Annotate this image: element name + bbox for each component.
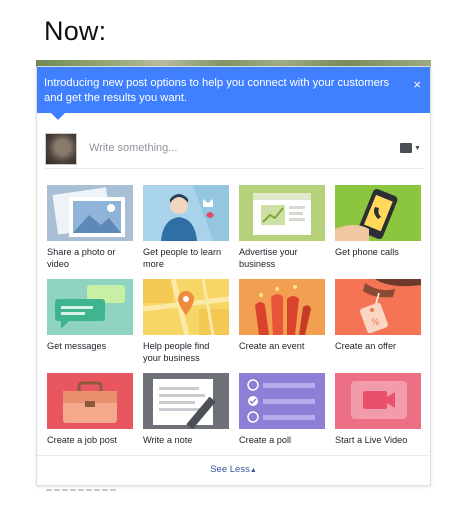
post-composer[interactable]: Write something... ▼ (45, 131, 424, 169)
banner-text: Introducing new post options to help you… (44, 77, 390, 104)
poll-icon (239, 373, 325, 429)
option-label: Create an event (239, 341, 305, 351)
briefcase-icon (47, 373, 133, 429)
option-label: Advertise your business (239, 247, 298, 269)
option-label: Start a Live Video (335, 435, 408, 445)
announcement-banner: Introducing new post options to help you… (37, 67, 430, 113)
option-label: Write a note (143, 435, 193, 445)
option-create-offer[interactable]: % Create an offer (335, 279, 421, 353)
photo-icon (47, 185, 133, 241)
option-write-note[interactable]: Write a note (143, 373, 229, 447)
see-less-button[interactable]: See Less▲ (37, 455, 430, 485)
option-live-video[interactable]: Start a Live Video (335, 373, 421, 447)
option-label: Create an offer (335, 341, 397, 351)
write-something-input[interactable]: Write something... (89, 142, 177, 154)
banner-pointer (51, 113, 65, 120)
option-phone-calls[interactable]: Get phone calls (335, 185, 421, 259)
messages-icon (47, 279, 133, 335)
live-video-icon (335, 373, 421, 429)
event-icon (239, 279, 325, 335)
option-create-poll[interactable]: Create a poll (239, 373, 325, 447)
option-label: Create a poll (239, 435, 292, 445)
advertise-icon (239, 185, 325, 241)
avatar (45, 133, 77, 165)
close-icon[interactable]: × (413, 78, 421, 91)
map-pin-icon (143, 279, 229, 335)
phone-icon (335, 185, 421, 241)
option-share-photo[interactable]: Share a photo or video (47, 185, 133, 270)
option-advertise[interactable]: Advertise your business (239, 185, 325, 270)
cropped-text-fragment (46, 489, 116, 491)
post-options-card: Introducing new post options to help you… (36, 66, 431, 486)
option-job-post[interactable]: Create a job post (47, 373, 133, 447)
svg-text:%: % (371, 318, 380, 328)
note-icon (143, 373, 229, 429)
option-create-event[interactable]: Create an event (239, 279, 325, 353)
chevron-up-icon: ▲ (249, 467, 257, 474)
camera-icon (400, 143, 412, 153)
option-find-business[interactable]: Help people find your business (143, 279, 229, 364)
offer-tag-icon: % (335, 279, 421, 335)
chevron-down-icon: ▼ (414, 145, 421, 152)
person-learn-icon (143, 185, 229, 241)
option-label: Share a photo or video (47, 247, 116, 269)
option-label: Help people find your business (143, 341, 210, 363)
media-dropdown-button[interactable]: ▼ (400, 143, 421, 155)
option-label: Create a job post (47, 435, 117, 445)
see-less-label: See Less (210, 464, 250, 475)
option-label: Get messages (47, 341, 107, 351)
page-heading: Now: (44, 16, 107, 46)
option-get-messages[interactable]: Get messages (47, 279, 133, 353)
option-label: Get phone calls (335, 247, 399, 257)
option-learn-more[interactable]: Get people to learn more (143, 185, 229, 270)
option-label: Get people to learn more (143, 247, 222, 269)
